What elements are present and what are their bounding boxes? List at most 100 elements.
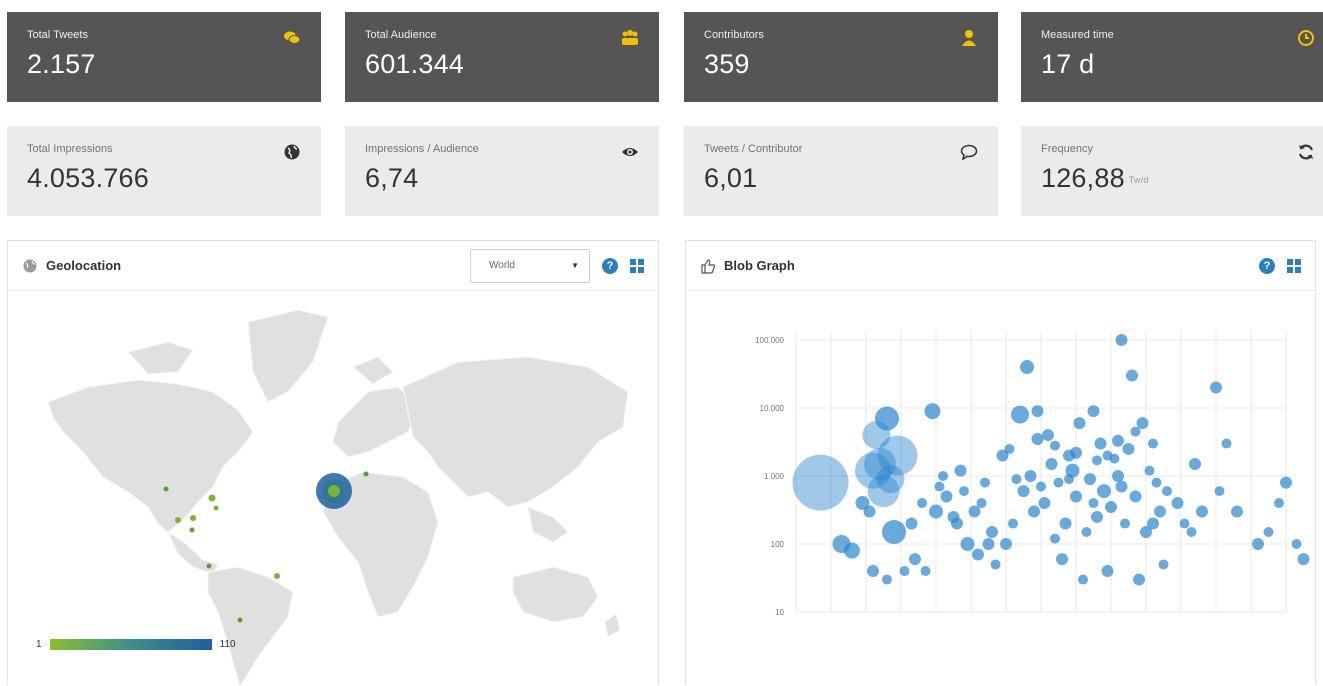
data-bubble[interactable] [1092,455,1102,466]
data-bubble[interactable] [1097,484,1111,499]
data-bubble[interactable] [1017,485,1030,498]
data-bubble[interactable] [1122,442,1135,455]
data-bubble[interactable] [867,565,879,578]
data-bubble[interactable] [1020,360,1034,375]
data-bubble[interactable] [1050,440,1060,451]
data-bubble[interactable] [1221,438,1232,449]
data-bubble[interactable] [1091,510,1103,523]
data-bubble[interactable] [1011,405,1029,424]
data-bubble[interactable] [899,566,910,577]
data-bubble[interactable] [1084,473,1096,486]
region-select[interactable]: World ▼ [470,248,590,283]
data-bubble[interactable] [959,486,969,497]
data-bubble[interactable] [909,553,921,566]
data-bubble[interactable] [1297,553,1310,566]
data-bubble[interactable] [1036,481,1046,492]
data-bubble[interactable] [938,471,948,481]
data-bubble[interactable] [163,486,169,492]
data-bubble[interactable] [1162,486,1172,497]
data-bubble[interactable] [175,517,181,523]
data-bubble[interactable] [875,406,899,431]
data-bubble[interactable] [986,526,998,539]
data-bubble[interactable] [1031,405,1044,418]
data-bubble[interactable] [1151,477,1162,488]
data-bubble[interactable] [1087,405,1100,418]
data-bubble[interactable] [1148,438,1158,449]
help-icon[interactable]: ? [1259,257,1275,274]
data-bubble[interactable] [947,510,960,523]
data-bubble[interactable] [1073,417,1086,430]
data-bubble[interactable] [1056,553,1068,566]
grid-icon[interactable] [630,258,644,273]
data-bubble[interactable] [940,490,953,503]
data-bubble[interactable] [968,505,981,518]
data-bubble[interactable] [982,538,995,550]
data-bubble[interactable] [1144,465,1155,476]
data-bubble[interactable] [1070,490,1082,503]
data-bubble[interactable] [905,517,918,530]
data-bubble[interactable] [1088,498,1099,509]
data-bubble[interactable] [1045,458,1058,471]
data-bubble[interactable] [1112,470,1124,482]
data-bubble[interactable] [980,477,990,488]
blob-chart[interactable]: 100.000 10.000 1.000 100 10 [686,292,1315,686]
data-bubble[interactable] [206,563,212,569]
data-bubble[interactable] [1158,559,1169,570]
data-bubble[interactable] [924,403,941,420]
data-bubble[interactable] [1186,527,1197,538]
help-icon[interactable]: ? [602,257,618,274]
data-bubble[interactable] [1120,518,1130,529]
data-bubble[interactable] [1081,527,1092,538]
data-bubble[interactable] [1126,369,1138,382]
data-bubble[interactable] [990,559,1001,570]
data-bubble[interactable] [1038,497,1051,510]
data-bubble[interactable] [1196,505,1208,518]
data-bubble[interactable] [1011,474,1022,485]
data-bubble[interactable] [844,542,860,559]
data-bubble[interactable] [1112,434,1124,447]
data-bubble[interactable] [1214,486,1225,497]
data-bubble[interactable] [189,527,195,533]
data-bubble[interactable] [1024,470,1037,482]
world-map[interactable] [8,292,658,686]
data-bubble[interactable] [237,617,243,623]
data-bubble[interactable] [1050,533,1060,544]
data-bubble[interactable] [1263,527,1274,538]
data-bubble[interactable] [1210,381,1222,394]
data-bubble[interactable] [1274,498,1284,509]
data-bubble[interactable] [1028,505,1040,518]
data-bubble[interactable] [274,573,280,579]
data-bubble[interactable] [882,520,906,545]
data-bubble[interactable] [1291,539,1302,549]
data-bubble[interactable] [363,471,369,477]
data-bubble[interactable] [792,454,849,511]
data-bubble[interactable] [1130,426,1141,437]
data-bubble[interactable] [1129,490,1142,503]
data-bubble[interactable] [1154,505,1166,518]
data-bubble[interactable] [1000,538,1012,550]
data-bubble[interactable] [1053,477,1064,488]
data-bubble[interactable] [929,504,943,519]
data-bubble[interactable] [1064,474,1074,485]
data-bubble[interactable] [1136,417,1149,430]
data-bubble[interactable] [976,498,987,509]
data-bubble[interactable] [1105,501,1117,514]
data-bubble[interactable] [208,494,216,502]
data-bubble[interactable] [1252,538,1264,550]
data-bubble[interactable] [190,515,196,521]
data-bubble[interactable] [917,498,927,509]
data-bubble[interactable] [1109,453,1120,464]
data-bubble[interactable] [1171,497,1184,510]
data-bubble[interactable] [1115,480,1128,493]
data-bubble[interactable] [1179,518,1190,529]
data-bubble[interactable] [1070,446,1082,459]
data-bubble[interactable] [1101,565,1114,578]
data-bubble[interactable] [954,464,967,477]
data-bubble[interactable] [1115,334,1128,346]
data-bubble[interactable] [972,548,984,561]
data-bubble[interactable] [1078,574,1088,585]
data-bubble[interactable] [1008,518,1018,529]
data-bubble[interactable] [934,481,945,492]
data-bubble[interactable] [213,505,219,511]
data-bubble[interactable] [882,574,892,585]
